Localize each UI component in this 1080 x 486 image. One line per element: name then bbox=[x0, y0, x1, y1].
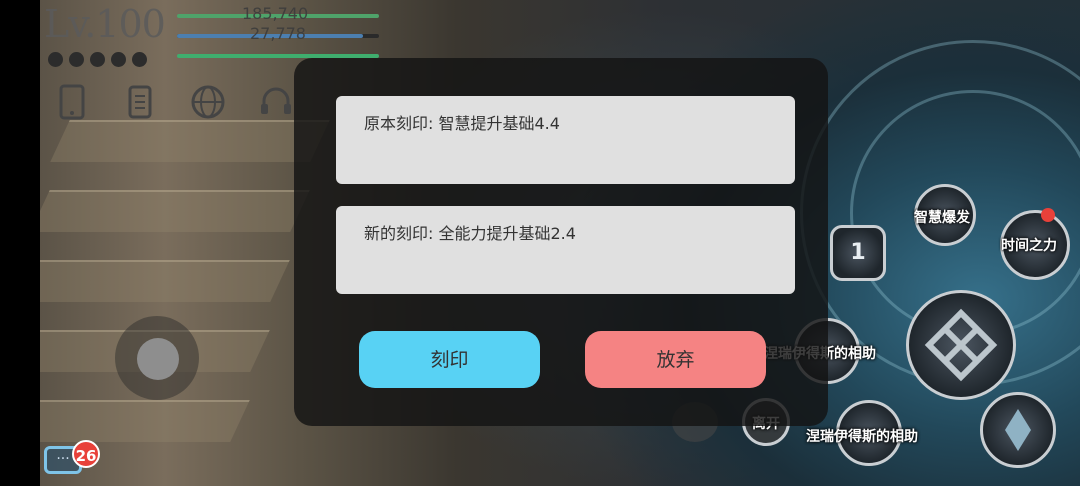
potion-slot[interactable]: 1 bbox=[830, 225, 886, 281]
aid-skill-2-label: 涅瑞伊得斯的相助 bbox=[806, 429, 918, 445]
potion-slot-number: 1 bbox=[850, 240, 866, 265]
stair-step bbox=[40, 400, 250, 442]
attack-button[interactable] bbox=[906, 290, 1016, 400]
level-label: Lv.100 bbox=[44, 2, 166, 46]
mp-value: 27,778 bbox=[250, 24, 306, 43]
charge-dot bbox=[69, 52, 84, 67]
original-engraving-box: 原本刻印: 智慧提升基础4.4 bbox=[336, 96, 795, 184]
time-power-label: 时间之力 bbox=[1001, 238, 1057, 254]
headset-icon[interactable] bbox=[256, 84, 296, 124]
special-skill[interactable] bbox=[980, 392, 1056, 468]
charge-dots bbox=[48, 52, 147, 67]
charge-dot bbox=[90, 52, 105, 67]
stair-step bbox=[50, 120, 330, 162]
original-engraving-text: 原本刻印: 智慧提升基础4.4 bbox=[364, 114, 560, 133]
engrave-button[interactable]: 刻印 bbox=[359, 331, 540, 388]
joystick-knob[interactable] bbox=[137, 338, 179, 380]
discard-button[interactable]: 放弃 bbox=[585, 331, 766, 388]
phone-icon[interactable] bbox=[52, 84, 92, 124]
chat-badge: 26 bbox=[72, 440, 100, 468]
new-engraving-text: 新的刻印: 全能力提升基础2.4 bbox=[364, 224, 576, 243]
stair-step bbox=[40, 190, 310, 232]
alert-dot bbox=[1041, 208, 1055, 222]
scroll-icon[interactable] bbox=[120, 84, 160, 124]
stair-step bbox=[40, 260, 290, 302]
wisdom-burst-label: 智慧爆发 bbox=[914, 210, 970, 226]
charge-dot bbox=[48, 52, 63, 67]
charge-dot bbox=[132, 52, 147, 67]
charge-dot bbox=[111, 52, 126, 67]
new-engraving-box: 新的刻印: 全能力提升基础2.4 bbox=[336, 206, 795, 294]
hp-value: 185,740 bbox=[242, 4, 309, 23]
globe-icon[interactable] bbox=[188, 84, 228, 124]
